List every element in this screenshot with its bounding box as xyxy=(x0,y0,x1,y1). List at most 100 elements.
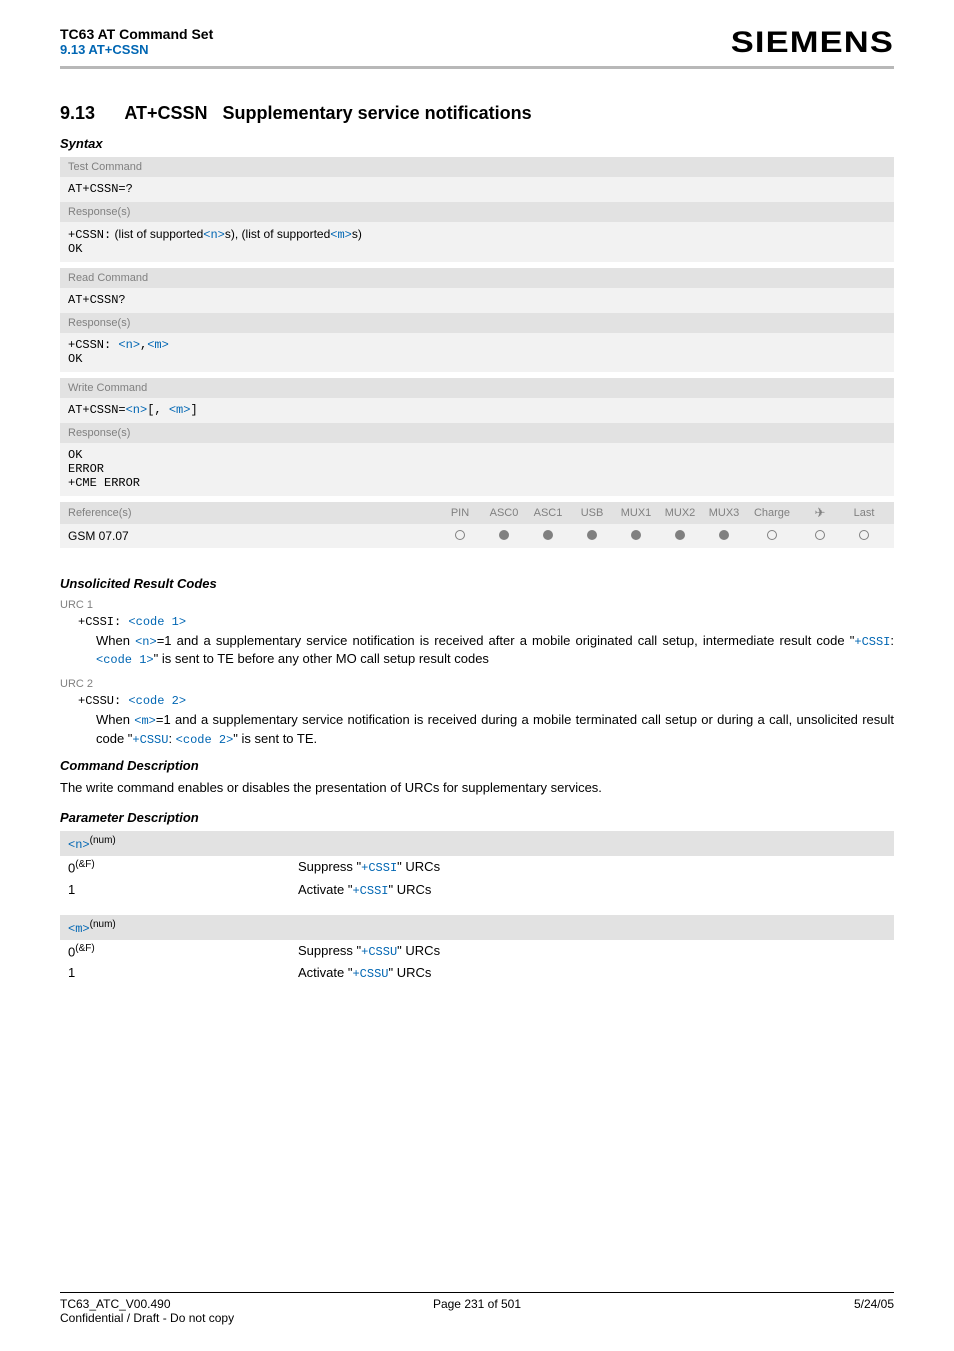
write-cmd-m[interactable]: <m> xyxy=(169,403,191,417)
param-n-link[interactable]: <n> xyxy=(68,838,90,852)
param-m0-cssu[interactable]: +CSSU xyxy=(361,945,397,959)
read-resp-ok: OK xyxy=(68,352,82,366)
doc-subtitle[interactable]: 9.13 AT+CSSN xyxy=(60,42,213,57)
ref-dot-asc0 xyxy=(482,529,526,543)
read-resp-m[interactable]: <m> xyxy=(147,338,169,352)
urc2-prefix: +CSSU: xyxy=(78,694,128,708)
test-resp-t3: s) xyxy=(352,227,362,241)
ref-dot-mux3 xyxy=(702,529,746,543)
urc-heading: Unsolicited Result Codes xyxy=(60,576,894,591)
reference-header-row: Reference(s) PIN ASC0 ASC1 USB MUX1 MUX2… xyxy=(60,502,894,524)
param-m0-row: 0(&F) Suppress "+CSSU" URCs xyxy=(60,940,894,962)
read-command-cmd: AT+CSSN? xyxy=(60,288,894,313)
test-resp-prefix: +CSSN: xyxy=(68,228,111,242)
footer-left2: Confidential / Draft - Do not copy xyxy=(60,1311,234,1325)
urc1-d1: When xyxy=(96,633,135,648)
param-m0-d2: " URCs xyxy=(397,943,440,958)
footer-mid: Page 231 of 501 xyxy=(60,1297,894,1311)
urc1-cssi[interactable]: +CSSI xyxy=(854,635,890,649)
test-resp-m[interactable]: <m> xyxy=(330,228,352,242)
urc2-m[interactable]: <m> xyxy=(134,714,156,728)
read-resp-prefix: +CSSN: xyxy=(68,338,118,352)
urc2-label: URC 2 xyxy=(60,678,894,690)
urc1-code-link[interactable]: <code 1> xyxy=(128,615,186,629)
reference-body-row: GSM 07.07 xyxy=(60,524,894,548)
urc1-code: +CSSI: <code 1> xyxy=(78,615,894,629)
urc2-colon: : xyxy=(168,731,175,746)
read-response-body: +CSSN: <n>,<m> OK xyxy=(60,333,894,372)
urc2-cssu[interactable]: +CSSU xyxy=(132,733,168,747)
param-m1-d1: Activate " xyxy=(298,965,352,980)
urc1-prefix: +CSSI: xyxy=(78,615,128,629)
write-command-cmd: AT+CSSN=<n>[, <m>] xyxy=(60,398,894,423)
urc2-d3: " is sent to TE. xyxy=(233,731,317,746)
param-m0-d1: Suppress " xyxy=(298,943,361,958)
param-n1-d2: " URCs xyxy=(389,882,432,897)
test-command-head: Test Command xyxy=(60,157,894,177)
ref-dot-charge xyxy=(746,529,798,543)
write-command-block: Write Command AT+CSSN=<n>[, <m>] Respons… xyxy=(60,378,894,496)
write-cmd-n[interactable]: <n> xyxy=(126,403,148,417)
ref-col-pin: PIN xyxy=(438,507,482,519)
cmd-desc-text: The write command enables or disables th… xyxy=(60,779,894,797)
param-heading: Parameter Description xyxy=(60,810,894,825)
param-n0-key: 0(&F) xyxy=(68,859,298,875)
param-n0-cssi[interactable]: +CSSI xyxy=(361,861,397,875)
ref-dot-mux2 xyxy=(658,529,702,543)
param-m0-desc: Suppress "+CSSU" URCs xyxy=(298,943,886,959)
param-n1-desc: Activate "+CSSI" URCs xyxy=(298,882,886,898)
section-cmd: AT+CSSN xyxy=(124,103,207,123)
urc1-n[interactable]: <n> xyxy=(135,635,157,649)
urc1-code1[interactable]: <code 1> xyxy=(96,653,154,667)
param-m-head: <m>(num) xyxy=(60,915,894,940)
param-n1-cssi[interactable]: +CSSI xyxy=(352,884,388,898)
ref-dot-asc1 xyxy=(526,529,570,543)
write-cmd-prefix: AT+CSSN= xyxy=(68,403,126,417)
urc1-d2: =1 and a supplementary service notificat… xyxy=(157,633,855,648)
reference-value: GSM 07.07 xyxy=(68,529,438,543)
write-resp-ok: OK xyxy=(68,448,82,462)
urc2-d1: When xyxy=(96,712,134,727)
param-m1-cssu[interactable]: +CSSU xyxy=(352,967,388,981)
test-command-block: Test Command AT+CSSN=? Response(s) +CSSN… xyxy=(60,157,894,262)
test-command-cmd: AT+CSSN=? xyxy=(60,177,894,202)
test-resp-t1: (list of supported xyxy=(111,227,203,241)
read-command-head: Read Command xyxy=(60,268,894,288)
test-resp-n[interactable]: <n> xyxy=(203,228,225,242)
ref-dot-mux1 xyxy=(614,529,658,543)
param-n0-desc: Suppress "+CSSI" URCs xyxy=(298,859,886,875)
brand-logo: SIEMENS xyxy=(731,26,894,60)
page-footer: TC63_ATC_V00.490 Confidential / Draft - … xyxy=(60,1292,894,1325)
page-header: TC63 AT Command Set 9.13 AT+CSSN SIEMENS xyxy=(60,26,894,69)
ref-dot-airplane xyxy=(798,529,842,543)
param-m-link[interactable]: <m> xyxy=(68,922,90,936)
param-m0-sup: (&F) xyxy=(75,943,94,954)
param-m0-key: 0(&F) xyxy=(68,943,298,959)
write-command-head: Write Command xyxy=(60,378,894,398)
param-n0-sup: (&F) xyxy=(75,859,94,870)
ref-dot-pin xyxy=(438,529,482,543)
param-n1-d1: Activate " xyxy=(298,882,352,897)
airplane-icon: ✈ xyxy=(798,505,842,521)
ref-dot-usb xyxy=(570,529,614,543)
read-command-block: Read Command AT+CSSN? Response(s) +CSSN:… xyxy=(60,268,894,372)
read-response-head: Response(s) xyxy=(60,313,894,333)
param-m1-key: 1 xyxy=(68,965,298,981)
urc2-code: +CSSU: <code 2> xyxy=(78,694,894,708)
urc2-code2[interactable]: <code 2> xyxy=(176,733,234,747)
param-n0-row: 0(&F) Suppress "+CSSI" URCs xyxy=(60,856,894,878)
read-resp-n[interactable]: <n> xyxy=(118,338,140,352)
param-n-sup: (num) xyxy=(90,835,116,846)
urc1-label: URC 1 xyxy=(60,599,894,611)
param-n1-key: 1 xyxy=(68,882,298,898)
urc2-code-link[interactable]: <code 2> xyxy=(128,694,186,708)
ref-col-asc0: ASC0 xyxy=(482,507,526,519)
write-cmd-br1: [, xyxy=(147,403,169,417)
param-m1-desc: Activate "+CSSU" URCs xyxy=(298,965,886,981)
ref-col-charge: Charge xyxy=(746,507,798,519)
param-n1-row: 1 Activate "+CSSI" URCs xyxy=(60,879,894,901)
param-n0-d2: " URCs xyxy=(397,859,440,874)
param-m1-row: 1 Activate "+CSSU" URCs xyxy=(60,962,894,984)
ref-col-mux1: MUX1 xyxy=(614,507,658,519)
ref-col-mux3: MUX3 xyxy=(702,507,746,519)
